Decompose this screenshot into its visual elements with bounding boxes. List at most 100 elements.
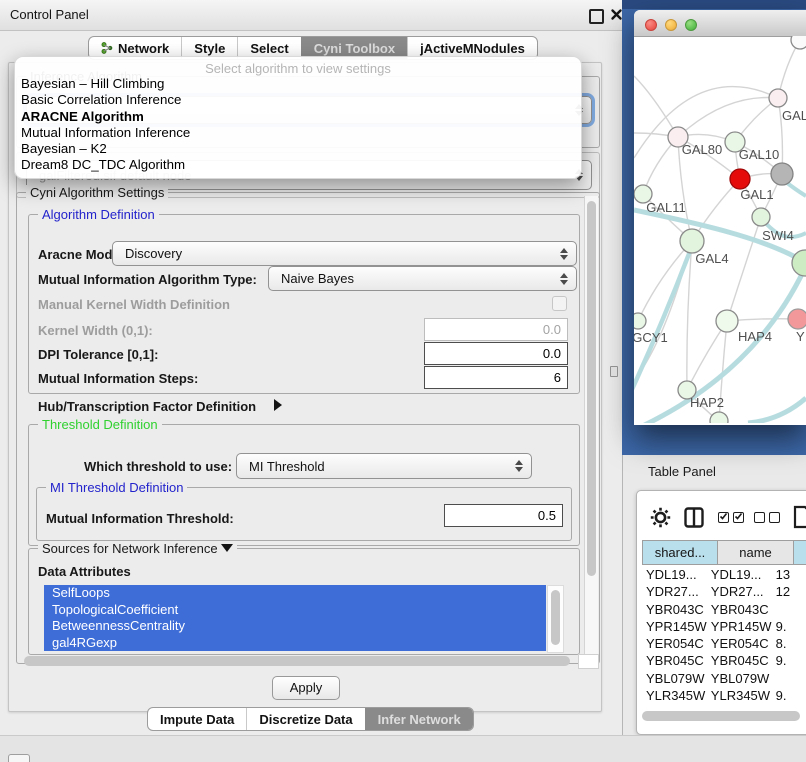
network-node-gal1-red[interactable]	[730, 169, 750, 189]
attribute-item[interactable]: SelfLoops	[44, 585, 546, 602]
network-canvas[interactable]: GALGAL80GAL10GAL1GAL11SWI4GAL4GCY1HAP4YH…	[634, 36, 806, 423]
settings-hscrollbar-thumb[interactable]	[24, 656, 570, 666]
table-row[interactable]: YBR045CYBR045C9.	[642, 652, 806, 669]
table-hscrollbar-thumb[interactable]	[642, 711, 800, 721]
bottom-tab-impute-data[interactable]: Impute Data	[148, 708, 246, 730]
table-cell: YER054C	[707, 635, 772, 652]
algorithm-option[interactable]: Bayesian – K2	[15, 141, 581, 157]
node-label: SWI4	[762, 228, 794, 243]
mi-type-combo[interactable]: Naive Bayes	[268, 266, 577, 291]
network-node-gray-node[interactable]	[771, 163, 793, 185]
minimize-traffic-icon[interactable]	[665, 19, 677, 31]
sources-title[interactable]: Sources for Network Inference	[38, 541, 237, 556]
network-node-gal-top[interactable]	[769, 89, 787, 107]
manual-kernel-checkbox[interactable]	[552, 296, 567, 311]
tab-label: Select	[250, 41, 288, 56]
which-threshold-combo[interactable]: MI Threshold	[236, 453, 532, 479]
network-node-top-node[interactable]	[791, 36, 806, 49]
table-row[interactable]: YPR145WYPR145W9.	[642, 618, 806, 635]
settings-hscrollbar[interactable]	[22, 655, 578, 667]
table-cell: YBL079W	[707, 670, 772, 687]
control-panel-window: Control Panel NetworkStyleSelectCyni Too…	[0, 0, 623, 735]
algorithm-option[interactable]: Bayesian – Hill Climbing	[15, 76, 581, 92]
combo-stepper-icon	[560, 273, 568, 285]
algorithm-option[interactable]: ARACNE Algorithm	[15, 109, 581, 125]
expand-right-icon[interactable]	[274, 399, 282, 411]
table-hscrollbar[interactable]	[640, 710, 804, 722]
float-window-icon[interactable]	[589, 9, 604, 24]
bottom-tab-label: Discretize Data	[259, 712, 352, 727]
table-row[interactable]: YDL19...YDL19...13	[642, 566, 806, 583]
network-window-titlebar[interactable]	[634, 10, 806, 37]
tab-label: Style	[194, 41, 225, 56]
node-label: HAP4	[738, 329, 772, 344]
table-cell	[772, 670, 806, 687]
network-node-pink-node[interactable]	[788, 309, 806, 329]
network-node-bottom-g[interactable]	[710, 412, 728, 423]
close-traffic-icon[interactable]	[645, 19, 657, 31]
node-label: GAL1	[740, 187, 773, 202]
table-cell: YDL19...	[707, 566, 772, 583]
network-edge	[687, 321, 727, 390]
network-node-hap4[interactable]	[716, 310, 738, 332]
bottom-tab-infer-network[interactable]: Infer Network	[365, 708, 473, 730]
desktop-top-band	[622, 0, 806, 9]
node-label: GAL11	[646, 200, 686, 215]
apply-button[interactable]: Apply	[272, 676, 340, 700]
settings-scrollbar-thumb[interactable]	[587, 201, 596, 576]
network-node-gal4[interactable]	[680, 229, 704, 253]
attribute-item[interactable]: BetweennessCentrality	[44, 618, 546, 635]
collapse-down-icon[interactable]	[221, 544, 233, 552]
new-table-icon[interactable]	[793, 505, 806, 529]
algorithm-option[interactable]: Dream8 DC_TDC Algorithm	[15, 157, 581, 173]
restore-panel-button[interactable]	[8, 754, 30, 762]
table-row[interactable]: YBL079WYBL079W	[642, 670, 806, 687]
deselect-all-columns-icon[interactable]	[754, 512, 780, 523]
table-row[interactable]: YBR043CYBR043C	[642, 601, 806, 618]
attribute-item[interactable]: TopologicalCoefficient	[44, 602, 546, 619]
table-cell: YBR045C	[707, 652, 772, 669]
gear-icon[interactable]	[650, 507, 671, 528]
dpi-tolerance-field[interactable]	[424, 342, 568, 365]
mi-type-value: Naive Bayes	[281, 271, 354, 286]
hub-definition-label[interactable]: Hub/Transcription Factor Definition	[38, 399, 256, 414]
table-row[interactable]: YDR27...YDR27...12	[642, 583, 806, 600]
column-header[interactable]: name	[718, 540, 794, 565]
aracne-mode-combo[interactable]: Discovery	[112, 241, 577, 266]
data-attributes-list[interactable]: SelfLoopsTopologicalCoefficientBetweenne…	[44, 585, 546, 651]
mi-threshold-field[interactable]	[444, 504, 563, 527]
kernel-width-field[interactable]	[424, 318, 568, 341]
table-row[interactable]: YLR345WYLR345W9.	[642, 687, 806, 704]
attribute-list-scrollbar[interactable]	[547, 585, 564, 653]
algorithm-option[interactable]: Basic Correlation Inference	[15, 92, 581, 108]
table-cell: YBR043C	[707, 601, 772, 618]
network-node-gcy1[interactable]	[634, 313, 646, 329]
table-cell: YPR145W	[707, 618, 772, 635]
attribute-list-scrollbar-thumb[interactable]	[551, 590, 560, 645]
table-cell: YIL052C	[642, 704, 707, 707]
select-all-columns-icon[interactable]	[718, 512, 744, 523]
column-header[interactable]: A	[794, 540, 806, 565]
table-cell: YBR045C	[642, 652, 707, 669]
table-row[interactable]: YIL052CYIL052C9	[642, 704, 806, 707]
algorithm-option[interactable]: Mutual Information Inference	[15, 125, 581, 141]
zoom-traffic-icon[interactable]	[685, 19, 697, 31]
network-node-swi4-nb[interactable]	[752, 208, 770, 226]
split-divider-grip[interactable]	[610, 366, 618, 377]
table-cell: YDR27...	[707, 583, 772, 600]
attribute-item[interactable]: gal4RGexp	[44, 635, 546, 652]
table-rows[interactable]: YDL19...YDL19...13YDR27...YDR27...12YBR0…	[642, 566, 806, 707]
table-row[interactable]: YER054CYER054C8.	[642, 635, 806, 652]
table-cell: YPR145W	[642, 618, 707, 635]
column-browser-icon[interactable]	[684, 507, 704, 528]
mi-threshold-group-title: MI Threshold Definition	[46, 480, 187, 495]
bottom-tab-discretize-data[interactable]: Discretize Data	[246, 708, 364, 730]
threshold-definition-title: Threshold Definition	[38, 417, 162, 432]
algorithm-popup-placeholder: Select algorithm to view settings	[15, 57, 581, 76]
tab-label: jActiveMNodules	[420, 41, 525, 56]
column-header[interactable]: shared...	[642, 540, 718, 565]
node-label: GAL	[782, 108, 806, 123]
network-icon	[101, 42, 113, 54]
settings-scrollbar[interactable]	[584, 196, 598, 658]
mi-steps-field[interactable]	[424, 366, 568, 389]
